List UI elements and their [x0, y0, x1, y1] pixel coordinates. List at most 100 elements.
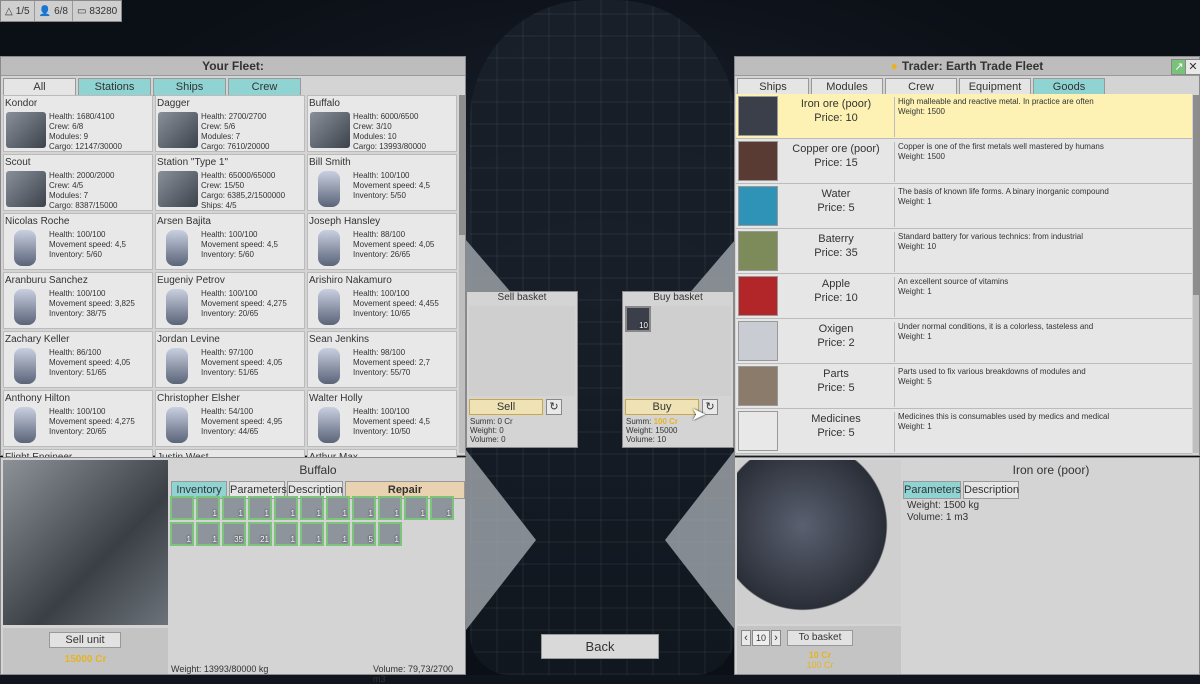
fleet-unit-card[interactable]: Buffalo Health: 6000/6500 Crew: 3/10 Module… — [307, 95, 457, 152]
inventory-slot[interactable]: 21 — [248, 522, 272, 546]
fleet-unit-card[interactable]: Kondor Health: 1680/4100 Crew: 6/8 Modules:… — [3, 95, 153, 152]
tab-item-description[interactable]: Description — [963, 481, 1019, 499]
close-icon[interactable]: ✕ — [1185, 59, 1200, 75]
unit-name: Dagger — [157, 98, 190, 109]
goods-description: High malleable and reactive metal. In pr… — [894, 97, 1190, 137]
unit-stat-line: Health: 86/100 — [49, 348, 102, 357]
tab-crew[interactable]: Crew — [228, 78, 301, 96]
goods-name: Baterry — [818, 233, 854, 245]
fleet-unit-card[interactable]: Jordan Levine Health: 97/100 Movement spee… — [155, 331, 305, 388]
goods-price: Price: 10 — [814, 292, 858, 304]
inventory-slot[interactable]: 1 — [430, 496, 454, 520]
ship-icon — [6, 112, 46, 148]
inventory-slot[interactable]: 1 — [378, 522, 402, 546]
sell-unit-button[interactable]: Sell unit — [49, 632, 121, 648]
tab-item-parameters[interactable]: Parameters — [903, 481, 961, 499]
tab-ships[interactable]: Ships — [153, 78, 226, 96]
inventory-slot[interactable]: 1 — [300, 522, 324, 546]
fleet-unit-card[interactable]: Arsen Bajita Health: 100/100 Movement spee… — [155, 213, 305, 270]
tab-all[interactable]: All — [3, 78, 76, 96]
inventory-slot[interactable]: 1 — [274, 522, 298, 546]
slot-count: 1 — [446, 509, 451, 518]
inventory-slot[interactable]: 35 — [222, 522, 246, 546]
inventory-slot[interactable]: 5 — [352, 522, 376, 546]
to-basket-button[interactable]: To basket — [787, 630, 853, 646]
goods-row[interactable]: Baterry Price: 35 Standard battery for var… — [736, 229, 1192, 274]
goods-icon — [738, 411, 778, 451]
fleet-unit-card[interactable]: Walter Holly Health: 100/100 Movement spee… — [307, 390, 457, 447]
fleet-scrollbar-thumb[interactable] — [459, 95, 465, 235]
sell-button[interactable]: Sell — [469, 399, 543, 415]
unit-stat-line: Inventory: 5/60 — [49, 250, 102, 259]
goods-weight: Weight: 5 — [898, 377, 932, 386]
unit-stat-line: Cargo: 13993/80000 — [353, 142, 426, 151]
iron-ore-basket-item[interactable]: 10 — [625, 306, 651, 332]
quantity-input[interactable]: 10 — [752, 630, 770, 646]
fleet-unit-card[interactable]: Bill Smith Health: 100/100 Movement speed:… — [307, 154, 457, 211]
back-button[interactable]: Back — [541, 634, 659, 659]
inventory-slot[interactable]: 1 — [248, 496, 272, 520]
fleet-unit-card[interactable]: Dagger Health: 2700/2700 Crew: 5/6 Modules:… — [155, 95, 305, 152]
basket-item-count: 10 — [639, 321, 648, 330]
unit-stats: Health: 100/100 Movement speed: 4,275 Inve… — [49, 407, 135, 437]
unit-stat-line: Crew: 6/8 — [49, 122, 84, 131]
fleet-unit-card[interactable]: Scout Health: 2000/2000 Crew: 4/5 Modules: … — [3, 154, 153, 211]
fleet-unit-card[interactable]: Christopher Elsher Health: 54/100 Movement… — [155, 390, 305, 447]
buy-basket-items: 10 — [625, 306, 731, 396]
goods-desc-text: Medicines this is consumables used by me… — [898, 412, 1110, 421]
inventory-slot[interactable]: 1 — [404, 496, 428, 520]
goods-scrollbar-thumb[interactable] — [1193, 95, 1199, 295]
increase-quantity-icon[interactable]: › — [771, 630, 781, 646]
crew-portrait-icon — [318, 171, 340, 207]
inventory-slot[interactable]: 1 — [326, 496, 350, 520]
fleet-unit-card[interactable]: Joseph Hansley Health: 88/100 Movement spe… — [307, 213, 457, 270]
goods-row[interactable]: Apple Price: 10 An excellent source of vit… — [736, 274, 1192, 319]
unit-stats: Health: 1680/4100 Crew: 6/8 Modules: 9 Carg… — [49, 112, 122, 152]
decrease-quantity-icon[interactable]: ‹ — [741, 630, 751, 646]
goods-row[interactable]: Oxigen Price: 2 Under normal conditions, i… — [736, 319, 1192, 364]
inventory-slot[interactable]: 1 — [222, 496, 246, 520]
goods-row[interactable]: Parts Price: 5 Parts used to fix various b… — [736, 364, 1192, 409]
slot-count: 1 — [342, 509, 347, 518]
fleet-unit-card[interactable]: Sean Jenkins Health: 98/100 Movement speed… — [307, 331, 457, 388]
fleet-unit-card[interactable]: Arishiro Nakamuro Health: 100/100 Movement… — [307, 272, 457, 329]
goods-row[interactable]: Medicines Price: 5 Medicines this is consu… — [736, 409, 1192, 454]
inventory-slot[interactable]: 1 — [196, 496, 220, 520]
unit-detail-title: Buffalo — [299, 463, 337, 477]
fleet-scrollbar[interactable] — [459, 95, 465, 453]
unit-stat-line: Modules: 7 — [201, 132, 241, 141]
goods-row[interactable]: Water Price: 5 The basis of known life for… — [736, 184, 1192, 229]
unit-stat-line: Ships: 4/5 — [201, 201, 237, 210]
inventory-slot[interactable]: 1 — [326, 522, 350, 546]
fleet-unit-card[interactable]: Nicolas Roche Health: 100/100 Movement spe… — [3, 213, 153, 270]
fleet-unit-card[interactable]: Zachary Keller Health: 86/100 Movement spe… — [3, 331, 153, 388]
crew-portrait-icon — [166, 289, 188, 325]
inventory-slot[interactable]: 1 — [196, 522, 220, 546]
inventory-slot[interactable]: 1 — [274, 496, 298, 520]
fleet-unit-card[interactable]: Anthony Hilton Health: 100/100 Movement sp… — [3, 390, 153, 447]
goods-row[interactable]: Copper ore (poor) Price: 15 Copper is one … — [736, 139, 1192, 184]
unit-stats: Health: 100/100 Movement speed: 4,455 Inve… — [353, 289, 439, 319]
fleet-unit-card[interactable]: Aranburu Sanchez Health: 100/100 Movement … — [3, 272, 153, 329]
fleet-unit-card[interactable]: Eugeniy Petrov Health: 100/100 Movement sp… — [155, 272, 305, 329]
unit-stats: Health: 100/100 Movement speed: 4,5 Invent… — [49, 230, 126, 260]
unit-stat-line: Modules: 10 — [353, 132, 397, 141]
goods-name: Parts — [823, 368, 849, 380]
inventory-slot[interactable] — [170, 496, 194, 520]
unit-name: Christopher Elsher — [157, 393, 240, 404]
unit-stat-line: Health: 98/100 — [353, 348, 406, 357]
inventory-slot[interactable]: 1 — [352, 496, 376, 520]
goods-scrollbar[interactable] — [1193, 95, 1199, 453]
item-volume: Volume: 1 m3 — [907, 512, 969, 523]
buy-button[interactable]: Buy — [625, 399, 699, 415]
fleet-unit-card[interactable]: Station "Type 1" Health: 65000/65000 Crew:… — [155, 154, 305, 211]
tab-stations[interactable]: Stations — [78, 78, 151, 96]
inventory-slot[interactable]: 1 — [170, 522, 194, 546]
inventory-slot[interactable]: 1 — [378, 496, 402, 520]
goods-row[interactable]: Iron ore (poor) Price: 10 High malleable a… — [736, 94, 1192, 139]
crew-counter: 👤 6/8 — [35, 1, 73, 21]
iron-ore-image — [737, 460, 901, 624]
inventory-slot[interactable]: 1 — [300, 496, 324, 520]
unit-stat-line: Health: 88/100 — [353, 230, 406, 239]
reset-sell-icon[interactable]: ↻ — [546, 399, 562, 415]
